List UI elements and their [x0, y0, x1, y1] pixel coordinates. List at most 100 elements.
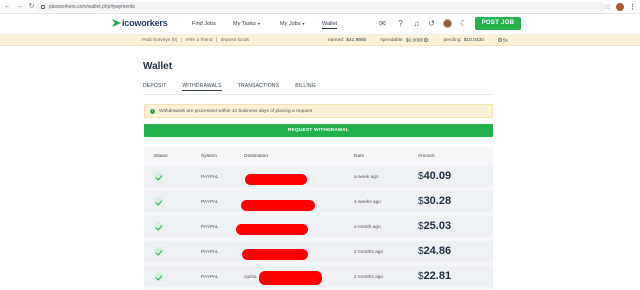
site-header: icoworkers Find Jobs My Tasks ▾ My Jobs ▾ …: [0, 14, 640, 35]
row-date: 2 months ago: [354, 275, 384, 280]
header-destination: Destination: [244, 154, 268, 159]
nav-my-jobs-label: My Jobs: [280, 21, 301, 27]
amount-value: 24.86: [423, 245, 452, 257]
nav-my-tasks[interactable]: My Tasks ▾: [233, 21, 260, 27]
row-system: PAYPAL: [201, 175, 219, 180]
row-system: PAYPAL: [201, 225, 219, 230]
check-circle-icon: [154, 222, 163, 231]
table-row: PAYPAL cip/sa 2 months ago $22.81: [144, 266, 493, 289]
row-date: 4 weeks ago: [354, 200, 381, 205]
check-circle-icon: [154, 172, 163, 181]
browser-menu-icon[interactable]: ⋮: [629, 3, 636, 11]
tab-withdrawals[interactable]: WITHDRAWALS: [182, 83, 222, 91]
row-date: a month ago: [354, 225, 381, 230]
notifications-bell-icon[interactable]: ♫: [412, 19, 421, 28]
table-row: PAYPAL 2 months ago $24.86: [144, 241, 493, 264]
strip-separator: |: [215, 38, 218, 43]
chevron-down-icon: ▾: [257, 21, 260, 26]
header-amount: Amount: [418, 154, 435, 159]
reload-icon[interactable]: ↻: [27, 2, 36, 11]
table-row: PAYPAL a week ago $40.09: [144, 166, 493, 189]
check-circle-icon: [154, 197, 163, 206]
amount-value: 25.03: [423, 220, 452, 232]
request-withdrawal-button[interactable]: REQUEST WITHDRAWAL: [144, 124, 493, 137]
deposit-funds-link[interactable]: deposit funds: [221, 38, 250, 43]
redaction-mark: [242, 249, 308, 260]
user-avatar[interactable]: [443, 19, 452, 28]
row-amount: $24.86: [418, 245, 451, 257]
table-row: PAYPAL 4 weeks ago $30.28: [144, 191, 493, 214]
amount-value: 30.28: [423, 195, 452, 207]
earned-value: $41.9980: [346, 38, 367, 43]
nav-my-jobs[interactable]: My Jobs ▾: [280, 21, 305, 27]
row-date: a week ago: [354, 175, 379, 180]
help-icon[interactable]: ?: [396, 19, 405, 28]
header-date: Date: [354, 154, 365, 159]
url-text: picoworkers.com/wallet.php#payments: [49, 4, 135, 10]
history-icon[interactable]: ↺: [427, 19, 436, 28]
pending-label: pending:: [443, 38, 462, 43]
strip-separator: |: [180, 38, 183, 43]
tab-transactions[interactable]: TRANSACTIONS: [238, 83, 280, 91]
logo-text: icoworkers: [122, 18, 168, 28]
info-circle-icon[interactable]: [424, 38, 429, 42]
spendable-amount: $0.0000: [405, 38, 424, 44]
row-amount: $22.81: [418, 270, 451, 282]
earned-label: earned:: [328, 38, 345, 43]
redaction-mark: [236, 224, 308, 235]
table-header: Status System Destination Date Amount: [144, 147, 493, 166]
nav-my-tasks-label: My Tasks: [233, 21, 256, 27]
info-icon: i: [150, 108, 155, 114]
inbox-icon[interactable]: ✉: [378, 19, 387, 28]
check-circle-icon: [154, 247, 163, 256]
address-bar[interactable]: picoworkers.com/wallet.php#payments: [36, 2, 606, 12]
redaction-mark: [259, 271, 322, 285]
nav-find-jobs[interactable]: Find Jobs: [192, 21, 216, 27]
row-date: 2 months ago: [354, 250, 384, 255]
spendable-label: spendable:: [380, 38, 404, 43]
tabs-divider: [143, 94, 493, 95]
clock-icon: [497, 38, 502, 42]
row-amount: $40.09: [418, 170, 451, 182]
withdrawal-notice: i Withdrawals are processed within 10 bu…: [144, 104, 493, 118]
post-job-button[interactable]: POST JOB: [475, 17, 521, 30]
browser-profile-avatar[interactable]: [616, 3, 624, 11]
notice-text: Withdrawals are processed within 10 busi…: [159, 108, 313, 114]
row-system: PAYPAL: [201, 200, 219, 205]
spendable-value: $0.0000: [406, 38, 430, 43]
tab-deposit[interactable]: DEPOSIT: [143, 83, 166, 91]
refer-friend-link[interactable]: refer a friend: [185, 38, 212, 43]
redaction-mark: [245, 174, 307, 185]
amount-value: 40.09: [423, 170, 452, 182]
pending-value: $10.0430: [463, 38, 484, 43]
header-system: System: [201, 154, 217, 159]
forward-icon[interactable]: →: [15, 2, 24, 11]
browser-toolbar: ← → ↻ picoworkers.com/wallet.php#payment…: [0, 0, 640, 14]
header-status: Status: [154, 154, 168, 159]
row-amount: $25.03: [418, 220, 451, 232]
tab-billing[interactable]: BILLING: [295, 83, 316, 91]
check-circle-icon: [154, 272, 163, 281]
paid-surveys-link[interactable]: Paid Surveys (0): [142, 38, 177, 43]
dark-mode-moon-icon[interactable]: ☾: [459, 19, 468, 28]
row-system: PAYPAL: [201, 250, 219, 255]
withdrawals-table: Status System Destination Date Amount PA…: [144, 147, 493, 290]
site-logo[interactable]: icoworkers: [112, 18, 168, 28]
back-icon[interactable]: ←: [3, 2, 12, 11]
redaction-mark: [241, 200, 315, 211]
amount-value: 22.81: [423, 270, 452, 282]
row-destination: cip/sa: [244, 275, 257, 280]
row-amount: $30.28: [418, 195, 451, 207]
wallet-tabs: DEPOSIT WITHDRAWALS TRANSACTIONS BILLING: [143, 83, 332, 91]
table-row: PAYPAL a month ago $25.03: [144, 216, 493, 239]
row-system: PAYPAL: [201, 275, 219, 280]
chevron-down-icon: ▾: [302, 21, 305, 26]
logo-mark-icon: [112, 19, 121, 27]
page-title: Wallet: [143, 61, 173, 72]
account-info-strip: Paid Surveys (0) | refer a friend | depo…: [0, 35, 640, 46]
bookmark-star-icon[interactable]: ☆: [605, 3, 611, 11]
timer: 5s: [497, 38, 508, 44]
nav-wallet[interactable]: Wallet: [322, 21, 338, 29]
lock-icon: [41, 5, 45, 9]
timer-value: 5s: [502, 38, 508, 44]
